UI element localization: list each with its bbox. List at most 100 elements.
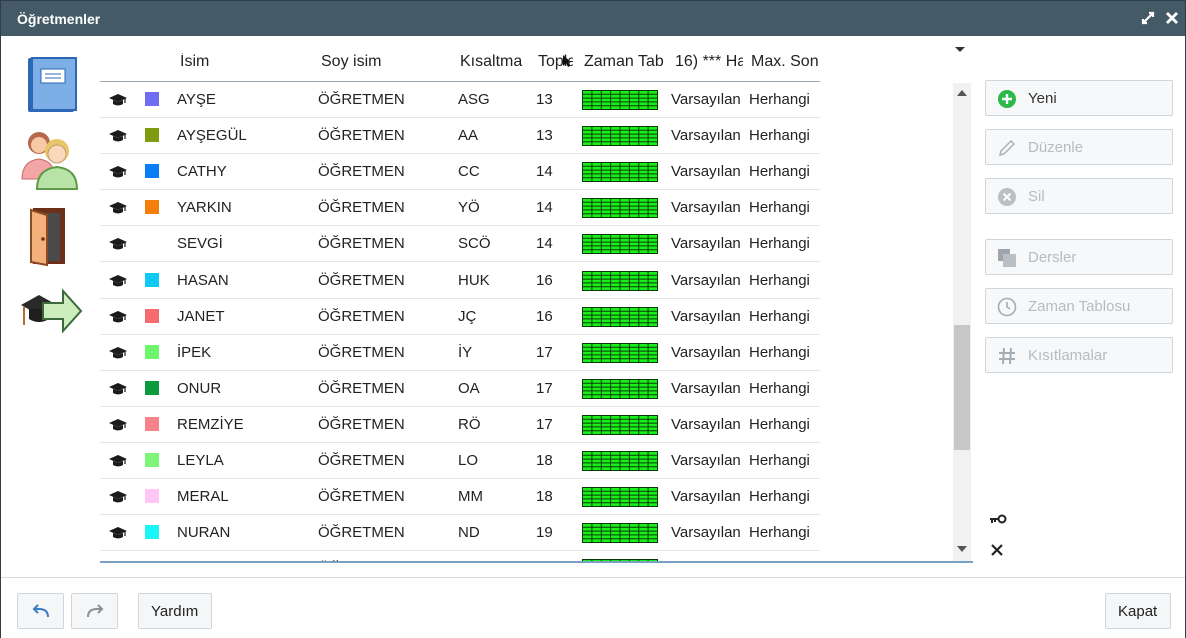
timetable-thumbnail[interactable] [582, 523, 658, 548]
cell-availability: Varsayılan [671, 307, 741, 325]
cell-max: Herhangi [749, 524, 810, 542]
cell-availability: Varsayılan [671, 343, 741, 361]
help-button[interactable]: Yardım [138, 593, 212, 629]
table-row[interactable]: LEYLA ÖĞRETMEN LO 18 Varsayılan Herhangi [100, 443, 820, 479]
delete-button[interactable]: Sil [985, 178, 1173, 214]
undo-button[interactable] [17, 593, 64, 629]
cell-total: 18 [536, 452, 553, 469]
teacher-cap-icon [108, 346, 128, 365]
cell-max: Herhangi [749, 163, 810, 181]
footer-bar: Yardım Kapat [1, 577, 1185, 638]
cursor-icon [563, 55, 571, 67]
clear-icon[interactable] [991, 544, 1003, 556]
color-swatch [145, 164, 159, 179]
col-header-surname[interactable]: Soy isim [321, 53, 441, 71]
scroll-down-icon[interactable] [957, 546, 967, 552]
col-header-timetable[interactable]: Zaman Tablosu [584, 53, 664, 71]
cell-max: Herhangi [749, 199, 810, 217]
timetable-thumbnail[interactable] [582, 90, 658, 115]
action-label: Zaman Tablosu [1028, 298, 1131, 315]
cell-max: Herhangi [749, 271, 810, 289]
vertical-scrollbar[interactable] [953, 83, 971, 561]
timetable-thumbnail[interactable] [582, 414, 658, 440]
timetable-thumbnail[interactable] [582, 451, 658, 476]
new-button[interactable]: Yeni [985, 80, 1173, 116]
cell-name: SEVGİ [177, 235, 223, 253]
door-icon[interactable] [19, 205, 69, 267]
cell-name: AYŞE [177, 91, 216, 108]
scrollbar-thumb[interactable] [954, 325, 970, 450]
table-row[interactable]: NURAN ÖĞRETMEN ND 19 Varsayılan Herhangi [100, 515, 820, 552]
action-label: Düzenle [1028, 139, 1084, 156]
cell-name: HASAN [177, 271, 229, 289]
color-swatch [145, 525, 159, 540]
close-button[interactable]: Kapat [1105, 593, 1171, 629]
cell-availability: Varsayılan [671, 91, 741, 108]
cell-surname: ÖĞRETMEN [318, 343, 405, 361]
cell-surname: ÖĞRETMEN [318, 307, 405, 325]
constraints-button[interactable]: Kısıtlamalar [985, 337, 1173, 373]
table-row[interactable]: JANET ÖĞRETMEN JÇ 16 Varsayılan Herhangi [100, 299, 820, 335]
teacher-cap-icon [108, 526, 128, 545]
cell-availability: Varsayılan [671, 415, 741, 433]
table-row[interactable]: CATHY ÖĞRETMEN CC 14 Varsayılan Herhangi [100, 154, 820, 191]
cell-name: İPEK [177, 343, 212, 361]
cell-availability: Varsayılan [671, 379, 741, 397]
cell-availability: Varsayılan [671, 163, 741, 181]
close-icon[interactable] [1164, 10, 1180, 26]
cell-surname: ÖĞRETMEN [318, 127, 405, 145]
redo-button[interactable] [71, 593, 118, 629]
col-header-abbr[interactable]: Kısaltma [460, 53, 530, 71]
redo-icon [87, 604, 104, 618]
teacher-cap-icon [108, 129, 128, 148]
cell-total: 17 [536, 379, 553, 397]
cell-name: LEYLA [177, 452, 224, 469]
cell-total: 14 [536, 199, 553, 217]
timetable-thumbnail[interactable] [582, 378, 658, 404]
action-label: Dersler [1028, 249, 1077, 266]
cell-max: Herhangi [749, 343, 810, 361]
timetable-thumbnail[interactable] [582, 234, 658, 259]
table-row[interactable]: HASAN ÖĞRETMEN HUK 16 Varsayılan Herhangi [100, 263, 820, 299]
table-row[interactable]: REMZİYE ÖĞRETMEN RÖ 17 Varsayılan Herhangi [100, 407, 820, 443]
key-icon[interactable] [989, 514, 1007, 524]
teacher-cap-icon [108, 418, 128, 437]
table-row[interactable]: AYŞEGÜL ÖĞRETMEN AA 13 Varsayılan Herhangi [100, 118, 820, 155]
timetable-thumbnail[interactable] [582, 162, 658, 187]
timetable-button[interactable]: Zaman Tablosu [985, 288, 1173, 324]
help-button-label: Yardım [151, 603, 199, 620]
table-header: İsim Soy isim Kısaltma Toplam Zaman Tabl… [100, 41, 820, 82]
edit-button[interactable]: Düzenle [985, 129, 1173, 165]
lessons-button[interactable]: Dersler [985, 239, 1173, 275]
graduation-arrow-icon[interactable] [19, 285, 83, 341]
book-icon[interactable] [19, 55, 77, 113]
cell-abbr: CC [458, 163, 480, 181]
col-header-availability[interactable]: 16) *** Ha [675, 53, 743, 71]
timetable-thumbnail[interactable] [582, 306, 658, 332]
table-row[interactable]: SEVGİ ÖĞRETMEN SCÖ 14 Varsayılan Herhangi [100, 226, 820, 263]
timetable-thumbnail[interactable] [582, 487, 658, 512]
col-header-max[interactable]: Max. Son [751, 53, 820, 71]
col-header-name[interactable]: İsim [180, 53, 290, 71]
table-row[interactable]: YARKIN ÖĞRETMEN YÖ 14 Varsayılan Herhangi [100, 190, 820, 227]
table-row[interactable]: MERAL ÖĞRETMEN MM 18 Varsayılan Herhangi [100, 479, 820, 516]
table-row[interactable]: AYŞE ÖĞRETMEN ASG 13 Varsayılan Herhangi [100, 82, 820, 118]
action-label: Sil [1028, 188, 1045, 205]
teacher-cap-icon [108, 93, 128, 112]
timetable-thumbnail[interactable] [582, 270, 658, 296]
cell-total: 16 [536, 307, 553, 325]
teacher-cap-icon [108, 274, 128, 293]
scroll-up-icon[interactable] [957, 90, 967, 96]
teacher-cap-icon [108, 454, 128, 473]
teachers-dialog: Öğretmenler İsim Soy isim Kısaltma Top Z… [0, 0, 1186, 638]
column-menu-arrow-icon[interactable] [955, 47, 965, 52]
maximize-icon[interactable] [1140, 10, 1156, 26]
table-row[interactable]: İPEK ÖĞRETMEN İY 17 Varsayılan Herhangi [100, 335, 820, 371]
table-row[interactable]: ONUR ÖĞRETMEN OA 17 Varsayılan Herhangi [100, 371, 820, 407]
timetable-thumbnail[interactable] [582, 198, 658, 223]
cell-max: Herhangi [749, 488, 810, 506]
timetable-thumbnail[interactable] [582, 126, 658, 151]
cell-surname: ÖĞRETMEN [318, 452, 405, 469]
people-icon[interactable] [19, 129, 81, 191]
timetable-thumbnail[interactable] [582, 342, 658, 368]
